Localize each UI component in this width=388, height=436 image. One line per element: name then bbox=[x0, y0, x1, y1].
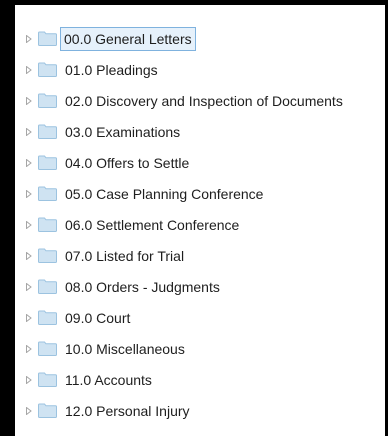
tree-item[interactable]: 03.0 Examinations bbox=[15, 116, 385, 147]
tree-item[interactable]: 12.0 Personal Injury bbox=[15, 395, 385, 426]
triangle-right-icon[interactable] bbox=[25, 344, 33, 354]
tree-item[interactable]: 01.0 Pleadings bbox=[15, 54, 385, 85]
tree-item[interactable]: 05.0 Case Planning Conference bbox=[15, 178, 385, 209]
triangle-right-icon[interactable] bbox=[25, 189, 33, 199]
tree-item-label: 12.0 Personal Injury bbox=[65, 402, 190, 419]
tree-item-label: 01.0 Pleadings bbox=[65, 61, 158, 78]
tree-item[interactable]: 06.0 Settlement Conference bbox=[15, 209, 385, 240]
folder-icon bbox=[38, 93, 57, 108]
triangle-right-icon[interactable] bbox=[25, 313, 33, 323]
triangle-right-icon[interactable] bbox=[25, 220, 33, 230]
tree-item-label: 10.0 Miscellaneous bbox=[65, 340, 185, 357]
folder-icon bbox=[38, 62, 57, 77]
folder-icon bbox=[38, 124, 57, 139]
triangle-right-icon[interactable] bbox=[25, 96, 33, 106]
folder-icon bbox=[38, 310, 57, 325]
tree-item-label: 04.0 Offers to Settle bbox=[65, 154, 190, 171]
folder-icon bbox=[38, 248, 57, 263]
tree-item[interactable]: 02.0 Discovery and Inspection of Documen… bbox=[15, 85, 385, 116]
folder-icon bbox=[38, 279, 57, 294]
tree-item-label: 02.0 Discovery and Inspection of Documen… bbox=[65, 92, 343, 109]
tree-item-label: 00.0 General Letters bbox=[60, 26, 196, 51]
tree-item[interactable]: 07.0 Listed for Trial bbox=[15, 240, 385, 271]
triangle-right-icon[interactable] bbox=[25, 251, 33, 261]
folder-icon bbox=[38, 341, 57, 356]
folder-tree-list: 00.0 General Letters 01.0 Pleadings 02.0… bbox=[15, 23, 385, 426]
triangle-right-icon[interactable] bbox=[25, 375, 33, 385]
triangle-right-icon[interactable] bbox=[25, 127, 33, 137]
folder-tree: 00.0 General Letters 01.0 Pleadings 02.0… bbox=[15, 5, 385, 436]
window-frame: 00.0 General Letters 01.0 Pleadings 02.0… bbox=[0, 0, 388, 436]
triangle-right-icon[interactable] bbox=[25, 406, 33, 416]
tree-item-label: 11.0 Accounts bbox=[65, 371, 152, 388]
folder-icon bbox=[38, 372, 57, 387]
left-border bbox=[0, 0, 15, 436]
folder-icon bbox=[38, 31, 57, 46]
tree-item-label: 05.0 Case Planning Conference bbox=[65, 185, 264, 202]
tree-item[interactable]: 08.0 Orders - Judgments bbox=[15, 271, 385, 302]
tree-item-label: 08.0 Orders - Judgments bbox=[65, 278, 220, 295]
tree-item-label: 03.0 Examinations bbox=[65, 123, 181, 140]
tree-item-label: 09.0 Court bbox=[65, 309, 131, 326]
tree-item[interactable]: 04.0 Offers to Settle bbox=[15, 147, 385, 178]
tree-item[interactable]: 10.0 Miscellaneous bbox=[15, 333, 385, 364]
folder-icon bbox=[38, 186, 57, 201]
tree-item[interactable]: 09.0 Court bbox=[15, 302, 385, 333]
triangle-right-icon[interactable] bbox=[25, 65, 33, 75]
folder-icon bbox=[38, 217, 57, 232]
tree-item-label: 07.0 Listed for Trial bbox=[65, 247, 185, 264]
triangle-right-icon[interactable] bbox=[25, 158, 33, 168]
tree-item[interactable]: 11.0 Accounts bbox=[15, 364, 385, 395]
triangle-right-icon[interactable] bbox=[25, 34, 33, 44]
folder-icon bbox=[38, 403, 57, 418]
triangle-right-icon[interactable] bbox=[25, 282, 33, 292]
tree-item-label: 06.0 Settlement Conference bbox=[65, 216, 240, 233]
tree-item[interactable]: 00.0 General Letters bbox=[15, 23, 385, 54]
folder-icon bbox=[38, 155, 57, 170]
